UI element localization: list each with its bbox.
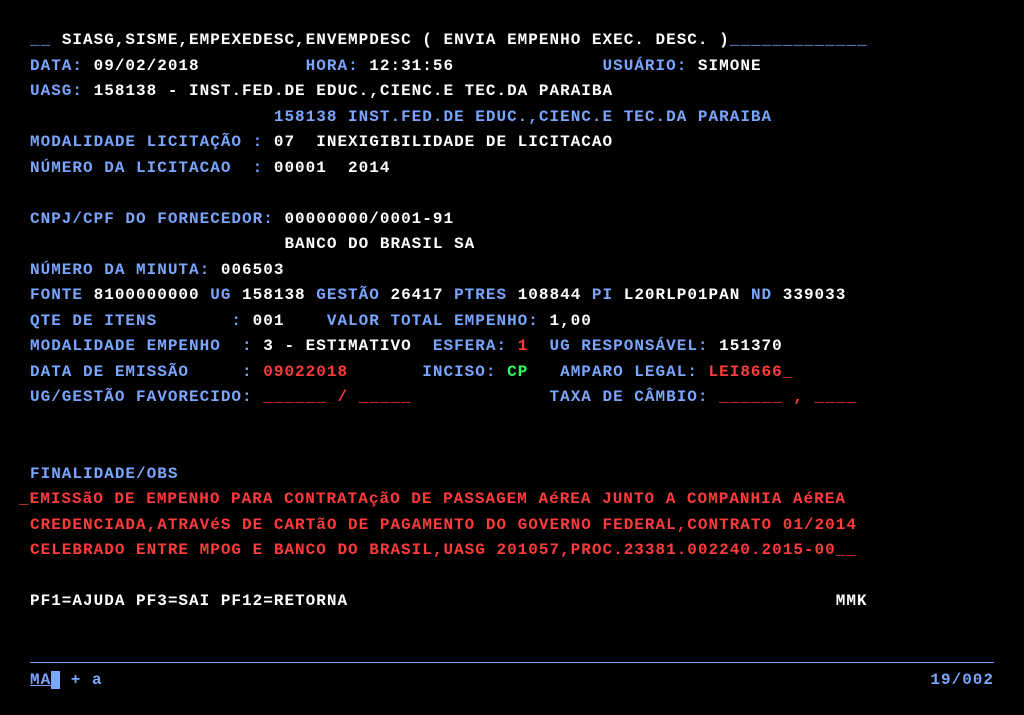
- cnpj-label: CNPJ/CPF DO FORNECEDOR:: [30, 210, 274, 228]
- blank-row: [30, 181, 1024, 207]
- date-time-user-row: DATA: 09/02/2018 HORA: 12:31:56 USUÁRIO:…: [30, 54, 1024, 80]
- ug-value: 158138: [231, 286, 316, 304]
- esfera-label: ESFERA:: [433, 337, 507, 355]
- pi-label: PI: [592, 286, 613, 304]
- data-emissao-label: DATA DE EMISSÃO :: [30, 363, 253, 381]
- uasg-row: UASG: 158138 - INST.FED.DE EDUC.,CIENC.E…: [30, 79, 1024, 105]
- qte-value: 001: [242, 312, 327, 330]
- status-left-c: a: [92, 668, 103, 694]
- modalidade-licitacao-value: 07 INEXIGIBILIDADE DE LICITACAO: [263, 133, 613, 151]
- obs-text-2[interactable]: CREDENCIADA,ATRAVéS DE CARTãO DE PAGAMEN…: [30, 516, 857, 534]
- blank-row: [30, 564, 1024, 590]
- status-divider: [30, 662, 994, 663]
- data-value: 09/02/2018: [83, 57, 200, 75]
- data-emissao-value[interactable]: 09022018: [253, 363, 423, 381]
- modalidade-licitacao-label: MODALIDADE LICITAÇÃO :: [30, 133, 263, 151]
- modalidade-licitacao-row: MODALIDADE LICITAÇÃO : 07 INEXIGIBILIDAD…: [30, 130, 1024, 156]
- cnpj-value: 00000000/0001-91: [274, 210, 454, 228]
- data-label: DATA:: [30, 57, 83, 75]
- taxa-cambio-label: TAXA DE CÂMBIO:: [549, 388, 708, 406]
- uasg-name: INST.FED.DE EDUC.,CIENC.E TEC.DA PARAIBA: [189, 82, 613, 100]
- header-row: __ SIASG,SISME,EMPEXEDESC,ENVEMPDESC ( E…: [30, 28, 1024, 54]
- usuario-value: SIMONE: [687, 57, 761, 75]
- data-emissao-row: DATA DE EMISSÃO : 09022018 INCISO: CP AM…: [30, 360, 1024, 386]
- fonte-label: FONTE: [30, 286, 83, 304]
- ug-label: UG: [210, 286, 231, 304]
- pi-value: L20RLP01PAN: [613, 286, 751, 304]
- nd-label: ND: [751, 286, 772, 304]
- header-title: SIASG,SISME,EMPEXEDESC,ENVEMPDESC ( ENVI…: [62, 31, 730, 49]
- amparo-value[interactable]: LEI8666_: [698, 363, 793, 381]
- valor-total-value: 1,00: [539, 312, 592, 330]
- ptres-value: 108844: [507, 286, 592, 304]
- header-suffix: _____________: [730, 31, 868, 49]
- obs-line-2[interactable]: CREDENCIADA,ATRAVéS DE CARTãO DE PAGAMEN…: [30, 513, 1024, 539]
- session-tag: MMK: [836, 592, 868, 610]
- numero-licitacao-value: 00001 2014: [263, 159, 390, 177]
- status-left-b: +: [60, 668, 92, 694]
- gestao-value: 26417: [380, 286, 454, 304]
- terminal-screen: __ SIASG,SISME,EMPEXEDESC,ENVEMPDESC ( E…: [0, 0, 1024, 715]
- numero-label: NÚMERO: [30, 159, 94, 177]
- amparo-label: AMPARO LEGAL:: [560, 363, 698, 381]
- finalidade-label: FINALIDADE/OBS: [30, 465, 178, 483]
- status-left-a: MA: [30, 668, 51, 694]
- ug-gestao-row: UG/GESTÃO FAVORECIDO: ______ / _____ TAX…: [30, 385, 1024, 411]
- qte-label: QTE DE ITENS :: [30, 312, 242, 330]
- obs-text-1[interactable]: EMISSãO DE EMPENHO PARA CONTRATAçãO DE P…: [30, 490, 846, 508]
- minuta-value: 006503: [210, 261, 284, 279]
- fonte-row: FONTE 8100000000 UG 158138 GESTÃO 26417 …: [30, 283, 1024, 309]
- uasg-code: 158138 -: [83, 82, 189, 100]
- inciso-value[interactable]: CP: [496, 363, 560, 381]
- nd-value: 339033: [772, 286, 846, 304]
- hora-label: HORA:: [306, 57, 359, 75]
- qte-row: QTE DE ITENS : 001 VALOR TOTAL EMPENHO: …: [30, 309, 1024, 335]
- function-keys[interactable]: PF1=AJUDA PF3=SAI PF12=RETORNA: [30, 592, 348, 610]
- cursor-position: 19/002: [930, 668, 994, 694]
- function-keys-row: PF1=AJUDA PF3=SAI PF12=RETORNA MMK: [30, 589, 1024, 615]
- cursor-icon: [51, 671, 60, 689]
- ug-gestao-label: UG/GESTÃO FAVORECIDO:: [30, 388, 253, 406]
- fornecedor-name: BANCO DO BRASIL SA: [284, 235, 475, 253]
- uasg-detail-row: 158138 INST.FED.DE EDUC.,CIENC.E TEC.DA …: [30, 105, 1024, 131]
- modalidade-empenho-value: 3 - ESTIMATIVO: [253, 337, 433, 355]
- numero-licitacao-row: NÚMERO DA LICITACAO : 00001 2014: [30, 156, 1024, 182]
- header-prefix: __: [30, 31, 62, 49]
- status-bar: MA + a 19/002: [30, 668, 994, 694]
- inciso-label: INCISO:: [422, 363, 496, 381]
- minuta-row: NÚMERO DA MINUTA: 006503: [30, 258, 1024, 284]
- ptres-label: PTRES: [454, 286, 507, 304]
- esfera-value[interactable]: 1: [507, 337, 549, 355]
- hora-value: 12:31:56: [359, 57, 454, 75]
- blank-row: [30, 411, 1024, 437]
- obs-text-3[interactable]: CELEBRADO ENTRE MPOG E BANCO DO BRASIL,U…: [30, 541, 857, 559]
- ug-responsavel-value: 151370: [709, 337, 783, 355]
- uasg-label: UASG:: [30, 82, 83, 100]
- taxa-cambio-value[interactable]: ______ , ____: [709, 388, 857, 406]
- finalidade-label-row: FINALIDADE/OBS: [30, 462, 1024, 488]
- usuario-label: USUÁRIO:: [603, 57, 688, 75]
- ug-responsavel-label: UG RESPONSÁVEL:: [550, 337, 709, 355]
- fonte-value: 8100000000: [83, 286, 210, 304]
- minuta-label: NÚMERO DA MINUTA:: [30, 261, 210, 279]
- valor-total-label: VALOR TOTAL EMPENHO:: [327, 312, 539, 330]
- gestao-label: GESTÃO: [316, 286, 380, 304]
- modalidade-empenho-row: MODALIDADE EMPENHO : 3 - ESTIMATIVO ESFE…: [30, 334, 1024, 360]
- cnpj-row: CNPJ/CPF DO FORNECEDOR: 00000000/0001-91: [30, 207, 1024, 233]
- uasg-detail: 158138 INST.FED.DE EDUC.,CIENC.E TEC.DA …: [274, 108, 772, 126]
- ug-gestao-value[interactable]: ______ / _____: [253, 388, 550, 406]
- fornecedor-name-row: BANCO DO BRASIL SA: [30, 232, 1024, 258]
- licitacao-label: DA LICITACAO :: [94, 159, 264, 177]
- blank-row: [30, 436, 1024, 462]
- obs-line-1[interactable]: _EMISSãO DE EMPENHO PARA CONTRATAçãO DE …: [19, 487, 1024, 513]
- modalidade-empenho-label: MODALIDADE EMPENHO :: [30, 337, 253, 355]
- obs-line-3[interactable]: CELEBRADO ENTRE MPOG E BANCO DO BRASIL,U…: [30, 538, 1024, 564]
